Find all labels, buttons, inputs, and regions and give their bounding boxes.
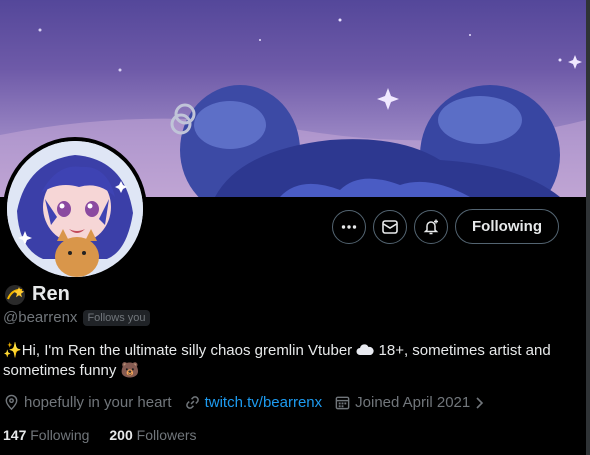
calendar-icon [335, 396, 350, 410]
following-count: 147 [3, 427, 27, 443]
followers-stat[interactable]: 200 Followers [109, 427, 196, 443]
username: @bearrenx [3, 309, 78, 326]
following-stat[interactable]: 147 Following [3, 427, 89, 443]
bear-emoji: 🐻 [120, 362, 140, 379]
location-pin-icon [5, 394, 18, 411]
dizzy-star-emoji-icon [5, 284, 25, 305]
message-button[interactable] [373, 209, 407, 244]
following-button[interactable]: Following [455, 209, 559, 244]
profile-actions: Following [332, 209, 559, 244]
avatar-image [7, 141, 143, 277]
bio: ✨Hi, I'm Ren the ultimate silly chaos gr… [3, 341, 578, 381]
notification-button[interactable] [414, 209, 448, 244]
followers-label: Followers [136, 427, 197, 443]
avatar[interactable] [3, 137, 147, 281]
more-icon [341, 224, 357, 229]
notification-bell-icon [423, 219, 439, 234]
profile-meta: hopefully in your heart twitch.tv/bearre… [3, 394, 496, 411]
display-name-row: Ren [4, 283, 70, 306]
link-icon [185, 396, 199, 409]
joined-text: Joined April 2021 [355, 394, 471, 411]
more-button[interactable] [332, 209, 366, 244]
display-name: Ren [32, 283, 70, 305]
bio-text-1: Hi, I'm Ren the ultimate silly chaos gre… [21, 342, 353, 359]
joined-item[interactable]: Joined April 2021 [334, 394, 484, 411]
cloud-emoji-icon [356, 344, 374, 355]
message-icon [382, 219, 398, 234]
website-link[interactable]: twitch.tv/bearrenx [205, 394, 323, 411]
location-item: hopefully in your heart [3, 394, 172, 411]
bio-text-3: sometimes funny [3, 362, 117, 379]
follow-stats: 147 Following 200 Followers [3, 427, 197, 443]
sparkles-emoji: ✨ [3, 342, 22, 359]
followers-count: 200 [109, 427, 133, 443]
bio-text-2: 18+, sometimes artist and [378, 342, 551, 359]
website-item: twitch.tv/bearrenx [184, 394, 323, 411]
follows-you-badge: Follows you [83, 309, 150, 326]
handle-row: @bearrenx Follows you [3, 309, 150, 326]
chevron-right-icon [476, 396, 484, 409]
scrollbar[interactable] [586, 0, 590, 455]
following-label: Following [30, 427, 90, 443]
location-text: hopefully in your heart [24, 394, 172, 411]
